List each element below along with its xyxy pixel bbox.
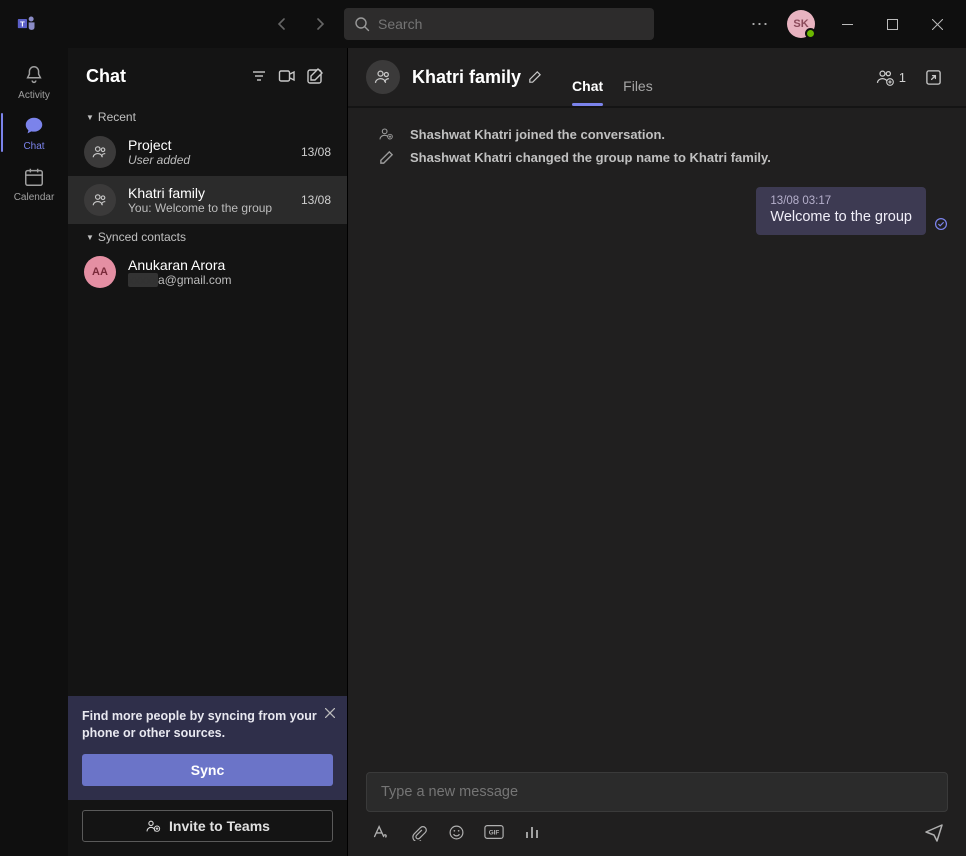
pencil-icon bbox=[376, 150, 396, 165]
bell-icon bbox=[23, 64, 45, 86]
participant-count: 1 bbox=[899, 70, 906, 85]
section-recent[interactable]: ▼ Recent bbox=[68, 104, 347, 128]
participants-button[interactable]: 1 bbox=[875, 67, 906, 87]
system-text: Shashwat Khatri joined the conversation. bbox=[410, 127, 665, 142]
message-composer[interactable] bbox=[366, 772, 948, 812]
poll-button[interactable] bbox=[522, 822, 542, 842]
seen-indicator-icon bbox=[934, 217, 948, 231]
rail-label: Chat bbox=[23, 141, 44, 152]
chat-name: Project bbox=[128, 137, 289, 153]
search-icon bbox=[354, 16, 370, 32]
contact-item-anukaran[interactable]: AA Anukaran Arora xxxxxa@gmail.com bbox=[68, 248, 347, 296]
people-add-icon bbox=[875, 67, 895, 87]
chat-list-panel: Chat ▼ Recent Project User added 13/08 K… bbox=[68, 48, 348, 856]
tab-files[interactable]: Files bbox=[623, 78, 653, 106]
section-synced-contacts[interactable]: ▼ Synced contacts bbox=[68, 224, 347, 248]
rail-label: Calendar bbox=[14, 192, 55, 203]
system-message: Shashwat Khatri changed the group name t… bbox=[366, 146, 948, 169]
presence-available-icon bbox=[805, 28, 816, 39]
filter-button[interactable] bbox=[245, 62, 273, 90]
composer-area: GIF bbox=[348, 764, 966, 856]
chat-item-khatri-family[interactable]: Khatri family You: Welcome to the group … bbox=[68, 176, 347, 224]
conversation-title: Khatri family bbox=[412, 67, 542, 88]
invite-label: Invite to Teams bbox=[169, 818, 270, 834]
group-avatar-icon bbox=[366, 60, 400, 94]
conversation-header: Khatri family Chat Files 1 bbox=[348, 48, 966, 108]
meet-now-button[interactable] bbox=[273, 62, 301, 90]
group-avatar-icon bbox=[84, 136, 116, 168]
search-box[interactable] bbox=[344, 8, 654, 40]
promo-text: Find more people by syncing from your ph… bbox=[82, 708, 333, 742]
nav-forward-button[interactable] bbox=[306, 10, 334, 38]
svg-text:GIF: GIF bbox=[489, 830, 500, 837]
calendar-icon bbox=[23, 166, 45, 188]
close-button[interactable] bbox=[915, 0, 960, 48]
chat-date: 13/08 bbox=[301, 193, 331, 207]
chat-list-header: Chat bbox=[68, 48, 347, 104]
rail-label: Activity bbox=[18, 90, 50, 101]
invite-to-teams-button[interactable]: Invite to Teams bbox=[82, 810, 333, 842]
section-label: Synced contacts bbox=[98, 230, 186, 244]
nav-back-button[interactable] bbox=[268, 10, 296, 38]
chat-icon bbox=[23, 115, 45, 137]
message-text: Welcome to the group bbox=[770, 209, 912, 225]
message-bubble[interactable]: 13/08 03:17 Welcome to the group bbox=[756, 187, 926, 235]
person-add-icon bbox=[376, 126, 396, 142]
emoji-button[interactable] bbox=[446, 822, 466, 842]
section-label: Recent bbox=[98, 110, 136, 124]
sync-button[interactable]: Sync bbox=[82, 754, 333, 786]
maximize-button[interactable] bbox=[870, 0, 915, 48]
chat-item-project[interactable]: Project User added 13/08 bbox=[68, 128, 347, 176]
chat-date: 13/08 bbox=[301, 145, 331, 159]
format-button[interactable] bbox=[370, 822, 390, 842]
edit-title-button[interactable] bbox=[527, 70, 542, 85]
gif-button[interactable]: GIF bbox=[484, 822, 504, 842]
caret-down-icon: ▼ bbox=[86, 113, 94, 122]
contact-name: Anukaran Arora bbox=[128, 257, 331, 273]
message-list: Shashwat Khatri joined the conversation.… bbox=[348, 108, 966, 764]
app-rail: Activity Chat Calendar bbox=[0, 48, 68, 856]
svg-text:T: T bbox=[20, 20, 25, 29]
message-row-outgoing: 13/08 03:17 Welcome to the group bbox=[366, 187, 948, 235]
caret-down-icon: ▼ bbox=[86, 233, 94, 242]
search-input[interactable] bbox=[378, 16, 644, 32]
group-avatar-icon bbox=[84, 184, 116, 216]
popout-button[interactable] bbox=[918, 62, 948, 92]
more-options-button[interactable]: ⋯ bbox=[743, 14, 777, 35]
tab-chat[interactable]: Chat bbox=[572, 78, 603, 106]
chat-preview: You: Welcome to the group bbox=[128, 201, 289, 215]
contact-avatar: AA bbox=[84, 256, 116, 288]
panel-title: Chat bbox=[86, 66, 245, 87]
rail-item-calendar[interactable]: Calendar bbox=[1, 158, 67, 209]
contact-email: xxxxxa@gmail.com bbox=[128, 273, 331, 287]
title-bar: T ⋯ SK bbox=[0, 0, 966, 48]
dismiss-promo-button[interactable] bbox=[321, 704, 339, 722]
attach-button[interactable] bbox=[408, 822, 428, 842]
new-chat-button[interactable] bbox=[301, 62, 329, 90]
invite-icon bbox=[145, 818, 161, 834]
rail-item-activity[interactable]: Activity bbox=[1, 56, 67, 107]
system-text: Shashwat Khatri changed the group name t… bbox=[410, 150, 771, 165]
teams-logo: T bbox=[6, 14, 48, 34]
composer-toolbar: GIF bbox=[366, 812, 948, 842]
send-button[interactable] bbox=[924, 822, 944, 842]
message-input[interactable] bbox=[381, 784, 933, 800]
minimize-button[interactable] bbox=[825, 0, 870, 48]
message-timestamp: 13/08 03:17 bbox=[770, 195, 912, 207]
chat-name: Khatri family bbox=[128, 185, 289, 201]
sync-promo-card: Find more people by syncing from your ph… bbox=[68, 696, 347, 800]
system-message: Shashwat Khatri joined the conversation. bbox=[366, 122, 948, 146]
rail-item-chat[interactable]: Chat bbox=[1, 107, 67, 158]
conversation-panel: Khatri family Chat Files 1 Shashwat Khat… bbox=[348, 48, 966, 856]
profile-avatar[interactable]: SK bbox=[787, 10, 815, 38]
chat-preview: User added bbox=[128, 153, 289, 167]
